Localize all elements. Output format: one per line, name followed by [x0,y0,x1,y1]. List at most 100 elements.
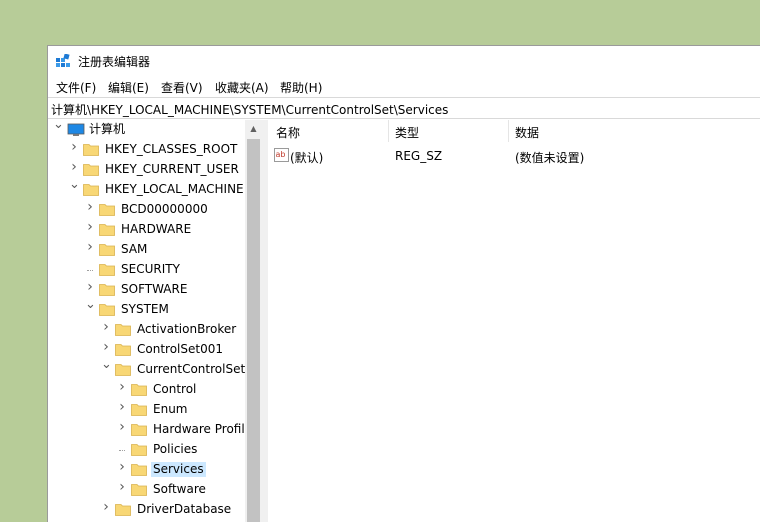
tree-item[interactable]: › Services [48,460,262,480]
chevron-right-icon[interactable]: › [69,140,79,154]
column-separator[interactable] [508,120,509,142]
folder-icon [131,424,147,436]
folder-icon [99,264,115,276]
folder-icon [99,204,115,216]
tree-item-label: SOFTWARE [121,282,188,296]
tree-item-label: 计算机 [89,122,126,136]
values-list: 名称 类型 数据 ab (默认) REG_SZ (数值未设置) [268,120,760,522]
folder-icon [115,324,131,336]
menu-favorites[interactable]: 收藏夹(A) [213,79,271,96]
title-bar[interactable]: 注册表编辑器 [48,46,760,76]
regedit-icon [56,54,70,67]
value-name: (默认) [290,151,324,165]
tree-item-label: Enum [153,402,188,416]
tree-item[interactable]: › DriverDatabase [48,500,262,520]
chevron-right-icon[interactable]: › [101,320,111,334]
tree-item[interactable]: ⌄ SYSTEM [48,298,262,320]
tree-item[interactable]: › Enum [48,400,262,420]
tree-item[interactable]: › Software [48,480,262,500]
tree-item[interactable]: › Control [48,380,262,400]
tree-scrollbar[interactable]: ▲ [245,120,262,522]
tree-item-label: HKEY_CURRENT_USER [105,162,239,176]
chevron-right-icon[interactable]: › [117,420,127,434]
tree-item-label: Control [153,382,197,396]
chevron-right-icon[interactable]: › [69,160,79,174]
tree-item-label: SYSTEM [121,302,169,316]
tree-item[interactable]: ⌄ 计算机 [48,120,262,140]
tree-item-label: Software [153,482,206,496]
menu-help[interactable]: 帮助(H) [278,79,324,96]
tree-item[interactable]: › BCD00000000 [48,200,262,220]
chevron-right-icon[interactable]: › [117,460,127,474]
chevron-right-icon[interactable]: › [85,200,95,214]
string-value-icon: ab [274,148,289,162]
tree-item-label: Policies [153,442,198,456]
tree-item[interactable]: › Hardware Profil [48,420,262,440]
folder-icon [83,164,99,176]
chevron-right-icon[interactable]: › [101,500,111,514]
chevron-down-icon[interactable]: ⌄ [101,358,112,371]
folder-icon [83,144,99,156]
tree-item[interactable]: › SOFTWARE [48,280,262,300]
chevron-right-icon[interactable]: › [85,280,95,294]
folder-icon [131,464,147,476]
chevron-right-icon[interactable]: › [117,480,127,494]
tree-item[interactable]: ⌄ CurrentControlSet [48,358,262,380]
address-bar[interactable]: 计算机\HKEY_LOCAL_MACHINE\SYSTEM\CurrentCon… [48,97,760,119]
tree-item-label: DriverDatabase [137,502,232,516]
chevron-right-icon[interactable]: › [117,380,127,394]
menu-view[interactable]: 查看(V) [159,79,205,96]
tree-item[interactable]: › SAM [48,240,262,260]
tree-item[interactable]: › ControlSet001 [48,340,262,360]
address-path[interactable]: 计算机\HKEY_LOCAL_MACHINE\SYSTEM\CurrentCon… [51,101,448,118]
window-title: 注册表编辑器 [78,55,151,69]
tree-item-label: SECURITY [121,262,180,276]
folder-icon [131,384,147,396]
folder-icon [99,284,115,296]
tree-item[interactable]: › HARDWARE [48,220,262,240]
list-header: 名称 类型 数据 [268,120,760,142]
column-type[interactable]: 类型 [395,124,419,141]
chevron-down-icon[interactable]: ⌄ [53,120,64,131]
tree-item-label: HKEY_CLASSES_ROOT [105,142,238,156]
chevron-down-icon[interactable]: ⌄ [85,298,96,311]
menu-bar: 文件(F) 编辑(E) 查看(V) 收藏夹(A) 帮助(H) [48,77,760,97]
value-type: REG_SZ [395,149,443,163]
scroll-up-icon[interactable]: ▲ [245,120,262,137]
column-data[interactable]: 数据 [515,124,539,141]
chevron-right-icon[interactable]: › [85,220,95,234]
menu-edit[interactable]: 编辑(E) [106,79,151,96]
chevron-right-icon[interactable]: › [117,400,127,414]
folder-icon [99,304,115,316]
folder-icon [99,244,115,256]
chevron-right-icon[interactable]: › [85,240,95,254]
tree-item-label: BCD00000000 [121,202,208,216]
folder-icon [131,444,147,456]
tree-connector [87,270,93,271]
tree-item-label: HARDWARE [121,222,192,236]
computer-icon [67,123,85,136]
tree-item[interactable]: › HKEY_CURRENT_USER [48,160,262,180]
tree-item-label: ControlSet001 [137,342,223,356]
value-data: (数值未设置) [515,151,585,165]
tree-item[interactable]: › ActivationBroker [48,320,262,340]
chevron-down-icon[interactable]: ⌄ [69,178,80,191]
tree-connector [119,450,125,451]
menu-file[interactable]: 文件(F) [54,79,98,96]
tree-item-label: Hardware Profil [153,422,245,436]
tree-item[interactable]: ⌄ HKEY_LOCAL_MACHINE [48,178,262,200]
tree-item[interactable]: SECURITY [48,260,262,280]
chevron-right-icon[interactable]: › [101,340,111,354]
value-row[interactable]: ab (默认) REG_SZ (数值未设置) [268,147,760,167]
folder-icon [131,484,147,496]
folder-icon [115,504,131,516]
tree-item[interactable]: › HKEY_CLASSES_ROOT [48,140,262,160]
tree-item[interactable]: Policies [48,440,262,460]
column-separator[interactable] [388,120,389,142]
scroll-thumb[interactable] [247,139,260,522]
regedit-window: 注册表编辑器 文件(F) 编辑(E) 查看(V) 收藏夹(A) 帮助(H) 计算… [47,45,760,522]
folder-icon [115,344,131,356]
tree-item-label: CurrentControlSet [137,362,246,376]
column-name[interactable]: 名称 [276,124,300,141]
svg-text:ab: ab [276,150,286,159]
